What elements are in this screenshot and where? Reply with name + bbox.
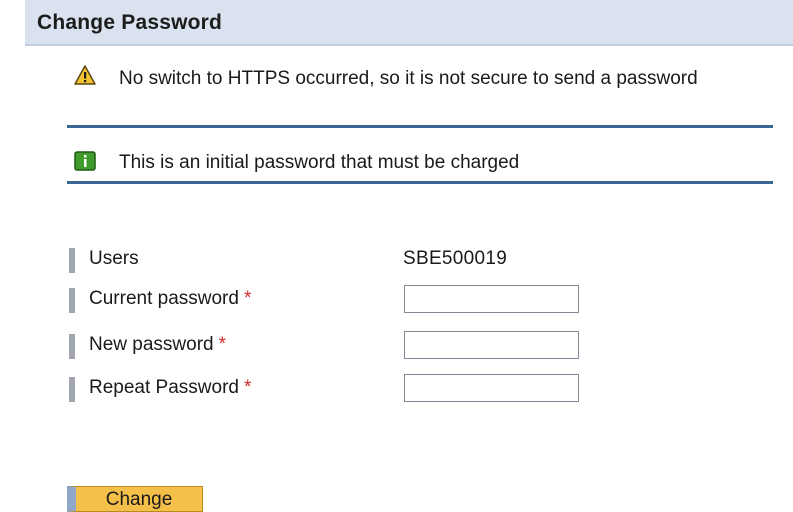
repeat-password-field[interactable] (404, 374, 579, 402)
row-marker (69, 288, 75, 313)
new-password-label: New password * (89, 334, 226, 356)
required-marker: * (218, 334, 227, 355)
repeat-password-label-text: Repeat Password (89, 377, 239, 398)
change-button[interactable]: Change (67, 486, 203, 512)
new-password-field[interactable] (404, 331, 579, 359)
current-password-label: Current password * (89, 288, 251, 310)
info-message: This is an initial password that must be… (67, 146, 773, 184)
row-marker (69, 334, 75, 359)
required-marker: * (243, 377, 252, 398)
page-title: Change Password (37, 11, 223, 34)
row-marker (69, 377, 75, 402)
current-password-field[interactable] (404, 285, 579, 313)
users-label: Users (89, 248, 139, 269)
row-marker (69, 248, 75, 273)
required-marker: * (243, 288, 252, 309)
info-message-text: This is an initial password that must be… (119, 152, 520, 173)
new-password-label-text: New password (89, 334, 214, 355)
current-password-label-text: Current password (89, 288, 239, 309)
warning-message-text: No switch to HTTPS occurred, so it is no… (119, 68, 698, 89)
warning-message: No switch to HTTPS occurred, so it is no… (67, 60, 773, 128)
repeat-password-label: Repeat Password * (89, 377, 251, 399)
warning-triangle-icon (74, 65, 96, 85)
title-bar: Change Password (25, 0, 793, 46)
info-icon (74, 151, 96, 171)
users-value: SBE500019 (403, 248, 508, 269)
